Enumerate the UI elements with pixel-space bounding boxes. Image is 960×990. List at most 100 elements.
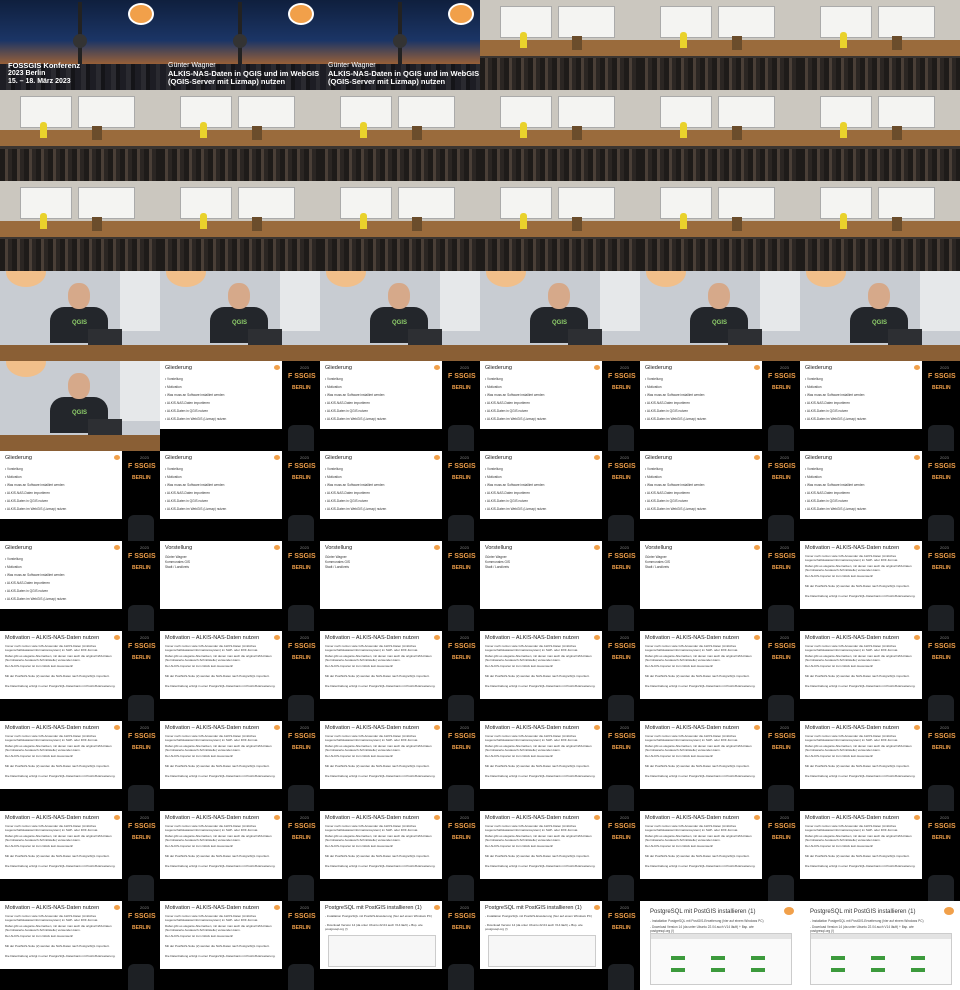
slide-title: Motivation – ALKIS-NAS-Daten nutzen — [165, 725, 260, 731]
slide-bullet: • ALKIS-Daten im WebGIS (Lizmap) nutzen — [325, 417, 387, 421]
desk — [640, 345, 800, 361]
fossgis-logo-text: F SSGIS — [608, 373, 636, 380]
slide-bullet: • Was muss an Software installiert werde… — [485, 483, 545, 487]
fossgis-city: BERLIN — [772, 475, 791, 481]
slide-paragraph: Der ALKIS-Importer ist zum Glück kein He… — [485, 754, 554, 758]
slide-bullet: • ALKIS-NAS-Daten importieren — [165, 401, 210, 405]
speaker-figure — [40, 122, 47, 138]
speaker-inset — [608, 785, 634, 811]
slide-line: Günter Wagner — [645, 555, 667, 559]
speaker-inset — [768, 695, 794, 721]
download-button[interactable] — [911, 968, 925, 972]
fossgis-mini-logo-icon — [274, 545, 280, 550]
fossgis-year: 2023 — [300, 635, 309, 640]
fossgis-side-panel: 2023 F SSGIS BERLIN — [602, 631, 640, 721]
slide-paragraph: Der ALKIS-Importer ist zum Glück kein He… — [5, 844, 74, 848]
fossgis-logo-text: F SSGIS — [448, 553, 476, 560]
fossgis-badge-icon — [448, 3, 474, 25]
slide-title: PostgreSQL mit PostGIS installieren (1) — [325, 905, 422, 911]
fossgis-side-panel: 2023 F SSGIS BERLIN — [762, 811, 800, 901]
slide-title: Gliederung — [165, 365, 192, 371]
download-button[interactable] — [671, 968, 685, 972]
download-button[interactable] — [911, 956, 925, 960]
fossgis-year: 2023 — [140, 905, 149, 910]
slide-title: Motivation – ALKIS-NAS-Daten nutzen — [485, 635, 580, 641]
talk-title: ALKIS-NAS-Daten in QGIS und im WebGIS (Q… — [328, 69, 480, 86]
slide-paragraph: Dabei gibt es elegante Alternativen, mit… — [165, 834, 272, 842]
slide-paragraph: Dabei gibt es elegante Alternativen, mit… — [165, 654, 272, 662]
fossgis-year: 2023 — [300, 455, 309, 460]
fossgis-mini-logo-icon — [114, 725, 120, 730]
download-button[interactable] — [711, 956, 725, 960]
fossgis-logo-text: F SSGIS — [768, 553, 796, 560]
speaker-figure — [200, 122, 207, 138]
fossgis-year: 2023 — [300, 905, 309, 910]
desk — [480, 345, 640, 361]
slide-page: Motivation – ALKIS-NAS-Daten nutzen Immer… — [160, 811, 282, 879]
window — [120, 271, 160, 331]
slide-paragraph: Mit der PostNAS-Suite (2) werden die NAS… — [165, 854, 270, 858]
slide-bullet: • Motivation — [5, 565, 22, 569]
fossgis-logo-text: F SSGIS — [608, 643, 636, 650]
fossgis-side-panel: 2023 F SSGIS BERLIN — [922, 631, 960, 721]
slide-paragraph: Der ALKIS-Importer ist zum Glück kein He… — [165, 934, 234, 938]
stage-panel — [800, 130, 960, 146]
audience — [320, 149, 480, 181]
slide-paragraph: Der ALKIS-Importer ist zum Glück kein He… — [805, 574, 874, 578]
slide-page: Motivation – ALKIS-NAS-Daten nutzen Immer… — [480, 721, 602, 789]
fossgis-logo-text: F SSGIS — [288, 463, 316, 470]
speaker-inset — [608, 515, 634, 541]
download-button[interactable] — [871, 956, 885, 960]
fossgis-side-panel: 2023 F SSGIS BERLIN — [442, 451, 480, 541]
slide-paragraph: Die Datenhaltung erfolgt in einer Postgr… — [325, 864, 436, 868]
slide-bullet: • ALKIS-NAS-Daten importieren — [325, 491, 370, 495]
speaker-inset — [288, 695, 314, 721]
slide-line: Günter Wagner — [485, 555, 507, 559]
fossgis-city: BERLIN — [132, 475, 151, 481]
download-button[interactable] — [831, 956, 845, 960]
slide-bullet: • Motivation — [805, 385, 822, 389]
conference-dates: 15. – 18. März 2023 — [8, 78, 71, 85]
fossgis-side-panel: 2023 F SSGIS BERLIN — [922, 541, 960, 631]
download-button[interactable] — [671, 956, 685, 960]
fossgis-mini-logo-icon — [114, 635, 120, 640]
audience — [480, 239, 640, 271]
slide-paragraph: Immer noch nutzen viele GIS-Anwender die… — [5, 644, 99, 652]
lectern — [732, 126, 742, 140]
fossgis-side-panel: 2023 F SSGIS BERLIN — [602, 541, 640, 631]
fossgis-year: 2023 — [940, 545, 949, 550]
slide-paragraph: Dabei gibt es elegante Alternativen, mit… — [325, 834, 432, 842]
speaker-inset — [768, 605, 794, 631]
video-frame: Günter Wagner ALKIS-NAS-Daten in QGIS und… — [320, 0, 480, 90]
slide-line: Günter Wagner — [165, 555, 187, 559]
fossgis-mini-logo-icon — [274, 905, 280, 910]
download-button[interactable] — [871, 968, 885, 972]
speaker-head — [68, 283, 90, 309]
download-button[interactable] — [831, 968, 845, 972]
stage-panel — [160, 130, 320, 146]
video-frame — [0, 181, 160, 271]
slide-bullet: • Vorstellung — [325, 467, 343, 471]
download-button[interactable] — [751, 956, 765, 960]
slide-bullet: • Was muss an Software installiert werde… — [5, 483, 65, 487]
audience — [160, 149, 320, 181]
talk-title: ALKIS-NAS-Daten in QGIS und im WebGIS (Q… — [168, 69, 320, 86]
slide-paragraph: Immer noch nutzen viele GIS-Anwender die… — [5, 914, 99, 922]
fossgis-mini-logo-icon — [274, 815, 280, 820]
slide-title: Motivation – ALKIS-NAS-Daten nutzen — [645, 815, 740, 821]
speaker-head — [388, 283, 410, 309]
slide-paragraph: Immer noch nutzen viele GIS-Anwender die… — [165, 644, 259, 652]
download-button[interactable] — [711, 968, 725, 972]
fossgis-mini-logo-icon — [914, 365, 920, 370]
fossgis-logo-text: F SSGIS — [608, 823, 636, 830]
slide-bullet: • ALKIS-NAS-Daten importieren — [645, 491, 690, 495]
video-frame: Motivation – ALKIS-NAS-Daten nutzen Immer… — [800, 631, 960, 721]
fossgis-mini-logo-icon — [754, 365, 760, 370]
desk — [320, 345, 480, 361]
video-frame — [320, 90, 480, 181]
fossgis-year: 2023 — [780, 545, 789, 550]
speaker-head — [708, 283, 730, 309]
slide-paragraph: Die Datenhaltung erfolgt in einer Postgr… — [645, 864, 756, 868]
fossgis-mini-logo-icon — [914, 545, 920, 550]
download-button[interactable] — [751, 968, 765, 972]
